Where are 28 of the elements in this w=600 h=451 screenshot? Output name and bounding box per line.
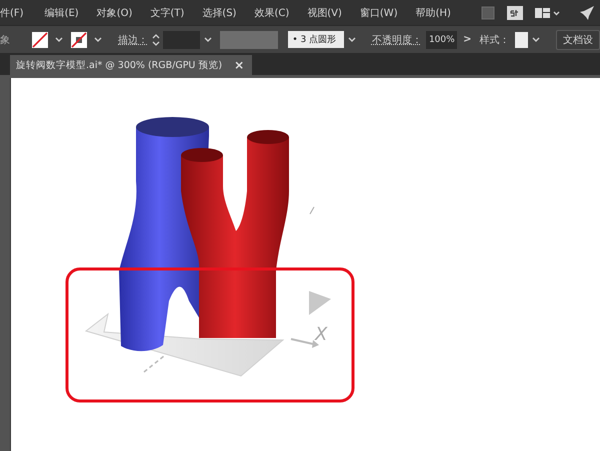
menu-item[interactable]: 窗口(W) — [360, 6, 405, 20]
menu-item[interactable]: 对象(O) — [96, 6, 140, 20]
square-icon[interactable] — [480, 6, 495, 20]
menu-item[interactable]: 文字(T) — [150, 6, 192, 20]
menu-item[interactable]: 选择(S) — [202, 6, 244, 20]
opacity-arrow[interactable]: > — [463, 34, 472, 45]
style-label: 样式： — [479, 34, 510, 46]
fill-swatch[interactable] — [32, 32, 48, 48]
opacity-label: 不透明度： — [372, 34, 422, 46]
menu-item[interactable]: 效果(C) — [254, 6, 296, 20]
menu-item[interactable]: 帮助(H) — [416, 6, 458, 20]
layout-icon[interactable] — [534, 6, 561, 18]
object-label: 象 — [0, 34, 10, 46]
document-setup-button[interactable]: 文档设 — [556, 30, 600, 50]
stroke-swatch[interactable] — [71, 32, 87, 48]
menu-item[interactable]: 视图(V) — [307, 6, 349, 20]
stroke-label: 描边： — [118, 34, 148, 46]
tab-title[interactable]: 旋转阀数字模型.ai* @ 300% (RGB/GPU 预览) — [16, 58, 222, 72]
close-button[interactable]: × — [234, 58, 244, 72]
axis-label: X — [315, 324, 328, 345]
spinner-icon[interactable] — [152, 32, 160, 46]
variable-width-field[interactable] — [220, 30, 278, 48]
document-tab[interactable]: 旋转阀数字模型.ai* @ 300% (RGB/GPU 预览) × — [10, 55, 252, 75]
opacity-field[interactable]: 100% — [426, 30, 458, 48]
style-swatch[interactable] — [515, 32, 528, 48]
menu-item[interactable]: 编辑(E) — [44, 6, 86, 20]
brush-dropdown[interactable]: • 3 点圆形 — [288, 31, 344, 48]
menu-item[interactable]: 件(F) — [0, 6, 31, 20]
